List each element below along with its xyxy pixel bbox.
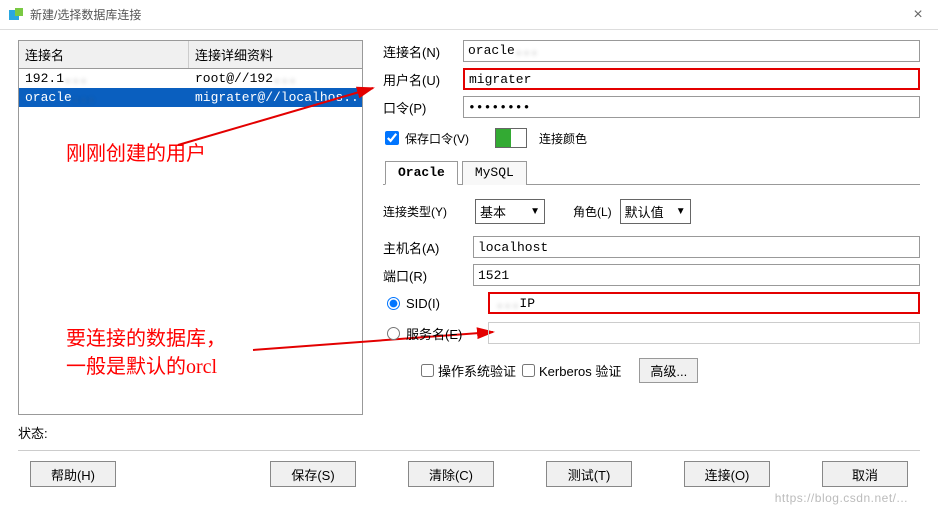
- conn-type-select[interactable]: 基本▼: [475, 199, 545, 224]
- connection-table: 连接名 连接详细资料 192.1... root@//192... oracle…: [18, 40, 363, 415]
- help-button[interactable]: 帮助(H): [30, 461, 116, 487]
- kerberos-checkbox[interactable]: Kerberos 验证: [522, 361, 621, 380]
- label-role: 角色(L): [573, 203, 612, 220]
- col-conn-name[interactable]: 连接名: [19, 41, 189, 68]
- divider: [18, 450, 920, 451]
- service-input[interactable]: [488, 322, 920, 344]
- save-password-checkbox[interactable]: [385, 131, 399, 145]
- password-input[interactable]: [463, 96, 920, 118]
- label-service: 服务名(E): [406, 324, 482, 343]
- save-password-label: 保存口令(V): [405, 130, 469, 147]
- host-input[interactable]: [473, 236, 920, 258]
- test-button[interactable]: 测试(T): [546, 461, 632, 487]
- close-icon[interactable]: ×: [906, 6, 930, 24]
- db-type-tabs: Oracle MySQL: [383, 160, 920, 185]
- app-icon: [8, 7, 24, 23]
- label-password: 口令(P): [383, 98, 463, 117]
- label-sid: SID(I): [406, 296, 482, 311]
- sid-radio[interactable]: [387, 297, 400, 310]
- os-auth-checkbox[interactable]: 操作系统验证: [421, 361, 516, 380]
- label-host: 主机名(A): [383, 238, 473, 257]
- table-row[interactable]: oracle... migrater@//localhos...: [19, 88, 362, 107]
- tab-oracle[interactable]: Oracle: [385, 161, 458, 185]
- chevron-down-icon: ▼: [530, 206, 540, 217]
- label-port: 端口(R): [383, 266, 473, 285]
- cancel-button[interactable]: 取消: [822, 461, 908, 487]
- conn-color-swatch[interactable]: [495, 128, 527, 148]
- watermark: https://blog.csdn.net/...: [775, 491, 908, 505]
- status-label: 状态:: [0, 419, 938, 446]
- sid-input[interactable]: ...IP: [488, 292, 920, 314]
- username-input[interactable]: [463, 68, 920, 90]
- conn-name-input[interactable]: oracle...: [463, 40, 920, 62]
- clear-button[interactable]: 清除(C): [408, 461, 494, 487]
- tab-mysql[interactable]: MySQL: [462, 161, 527, 185]
- col-conn-detail[interactable]: 连接详细资料: [189, 41, 362, 68]
- conn-color-label: 连接颜色: [539, 130, 587, 147]
- label-username: 用户名(U): [383, 70, 463, 89]
- port-input[interactable]: [473, 264, 920, 286]
- label-conn-name: 连接名(N): [383, 42, 463, 61]
- title-bar: 新建/选择数据库连接 ×: [0, 0, 938, 30]
- save-button[interactable]: 保存(S): [270, 461, 356, 487]
- window-title: 新建/选择数据库连接: [30, 6, 906, 23]
- label-conn-type: 连接类型(Y): [383, 203, 467, 220]
- connect-button[interactable]: 连接(O): [684, 461, 770, 487]
- table-row[interactable]: 192.1... root@//192...: [19, 69, 362, 88]
- role-select[interactable]: 默认值▼: [620, 199, 691, 224]
- chevron-down-icon: ▼: [676, 206, 686, 217]
- advanced-button[interactable]: 高级...: [639, 358, 698, 383]
- service-radio[interactable]: [387, 327, 400, 340]
